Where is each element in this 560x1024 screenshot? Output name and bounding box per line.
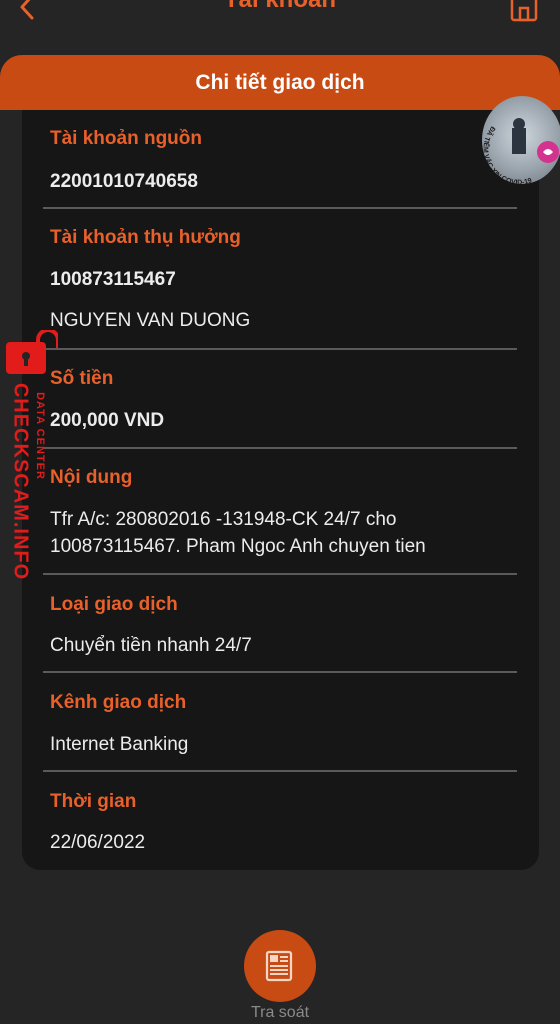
beneficiary-account-value: 100873115467 xyxy=(50,269,176,290)
document-icon xyxy=(265,950,293,982)
divider xyxy=(43,447,517,449)
channel-value: Internet Banking xyxy=(50,734,189,755)
divider xyxy=(43,770,517,772)
avatar: ĐÃ TIÊM VẮC-XIN COVID-19 xyxy=(482,96,560,184)
source-account-label: Tài khoản nguồn xyxy=(50,128,202,149)
time-label: Thời gian xyxy=(50,791,137,812)
transaction-type-label: Loại giao dịch xyxy=(50,594,178,615)
watermark: CHECKSCAM.INFO DATA CENTER xyxy=(0,330,60,600)
source-account-value: 22001010740658 xyxy=(50,171,198,192)
amount-value: 200,000 VND xyxy=(50,410,165,431)
trace-button[interactable] xyxy=(244,930,316,1002)
trace-button-label[interactable]: Tra soát xyxy=(0,1004,560,1022)
content-label: Nội dung xyxy=(50,467,133,488)
top-bar: Tài khoản xyxy=(0,0,560,40)
lock-icon xyxy=(6,330,58,374)
time-value: 22/06/2022 xyxy=(50,832,146,853)
transaction-type-value: Chuyển tiền nhanh 24/7 xyxy=(50,635,252,656)
channel-label: Kênh giao dịch xyxy=(50,692,187,713)
divider xyxy=(43,348,517,350)
divider xyxy=(43,207,517,209)
divider xyxy=(43,671,517,673)
beneficiary-name-value: NGUYEN VAN DUONG xyxy=(50,310,251,331)
home-icon[interactable] xyxy=(508,0,540,22)
page-title: Tài khoản xyxy=(0,0,560,14)
divider xyxy=(43,573,517,575)
watermark-sub-text: DATA CENTER xyxy=(34,392,46,480)
watermark-main-text: CHECKSCAM.INFO xyxy=(9,382,32,581)
transaction-detail-card xyxy=(22,110,539,870)
content-line-1: Tfr A/c: 280802016 -131948-CK 24/7 cho xyxy=(50,509,397,530)
content-line-2: 100873115467. Pham Ngoc Anh chuyen tien xyxy=(50,536,426,557)
beneficiary-label: Tài khoản thụ hưởng xyxy=(50,227,241,248)
panel-title: Chi tiết giao dịch xyxy=(195,71,365,94)
